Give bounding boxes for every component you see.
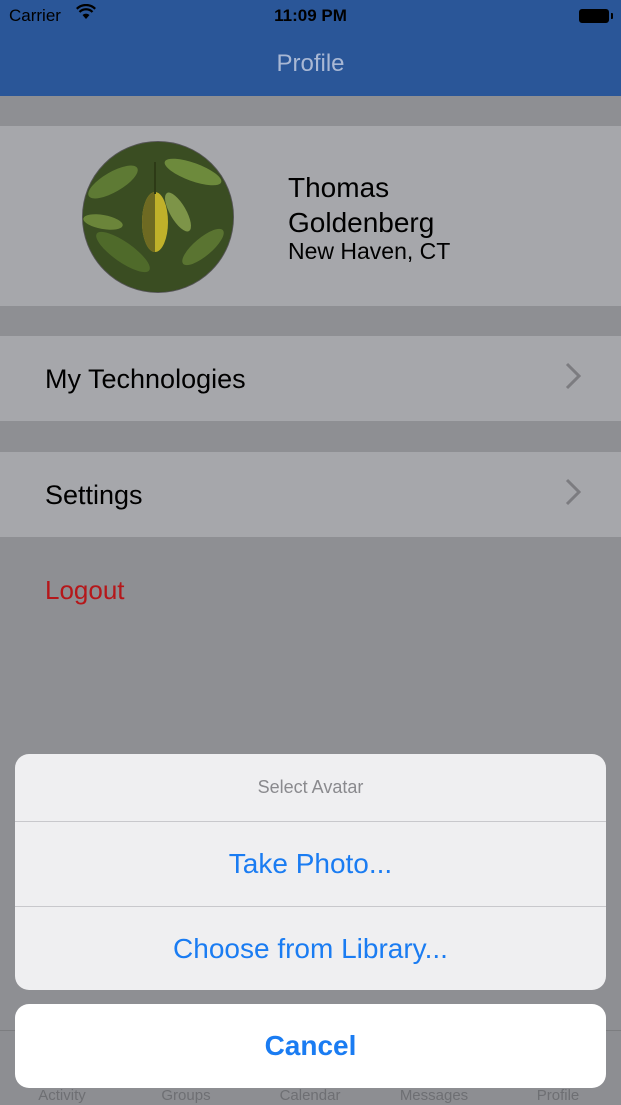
logout-button[interactable]: Logout: [45, 575, 125, 606]
avatar-photo: [83, 142, 233, 292]
action-sheet: Select Avatar Take Photo... Choose from …: [15, 754, 606, 990]
tab-profile[interactable]: Profile: [496, 1087, 620, 1104]
settings-label: Settings: [45, 480, 143, 510]
profile-location: New Haven, CT: [288, 238, 451, 264]
battery-icon: [579, 9, 613, 23]
profile-name: Thomas Goldenberg: [288, 172, 435, 238]
chevron-right-icon: [565, 362, 582, 395]
settings-row[interactable]: Settings: [0, 452, 621, 537]
take-photo-button[interactable]: Take Photo...: [15, 822, 606, 906]
chevron-right-icon: [565, 478, 582, 511]
clock: 11:09 PM: [274, 6, 347, 25]
profile-card: Thomas Goldenberg New Haven, CT: [0, 126, 621, 306]
choose-from-library-button[interactable]: Choose from Library...: [15, 907, 606, 990]
tab-groups[interactable]: Groups: [124, 1087, 248, 1104]
tab-activity[interactable]: Activity: [0, 1087, 124, 1104]
status-bar: Carrier 11:09 PM: [0, 0, 621, 32]
cancel-button[interactable]: Cancel: [15, 1004, 606, 1088]
navigation-bar: Profile: [0, 32, 621, 96]
tab-messages[interactable]: Messages: [372, 1087, 496, 1104]
my-technologies-label: My Technologies: [45, 364, 246, 394]
tab-calendar[interactable]: Calendar: [248, 1087, 372, 1104]
page-title: Profile: [276, 50, 345, 77]
avatar[interactable]: [82, 141, 234, 293]
my-technologies-row[interactable]: My Technologies: [0, 336, 621, 421]
action-sheet-title: Select Avatar: [257, 777, 364, 797]
